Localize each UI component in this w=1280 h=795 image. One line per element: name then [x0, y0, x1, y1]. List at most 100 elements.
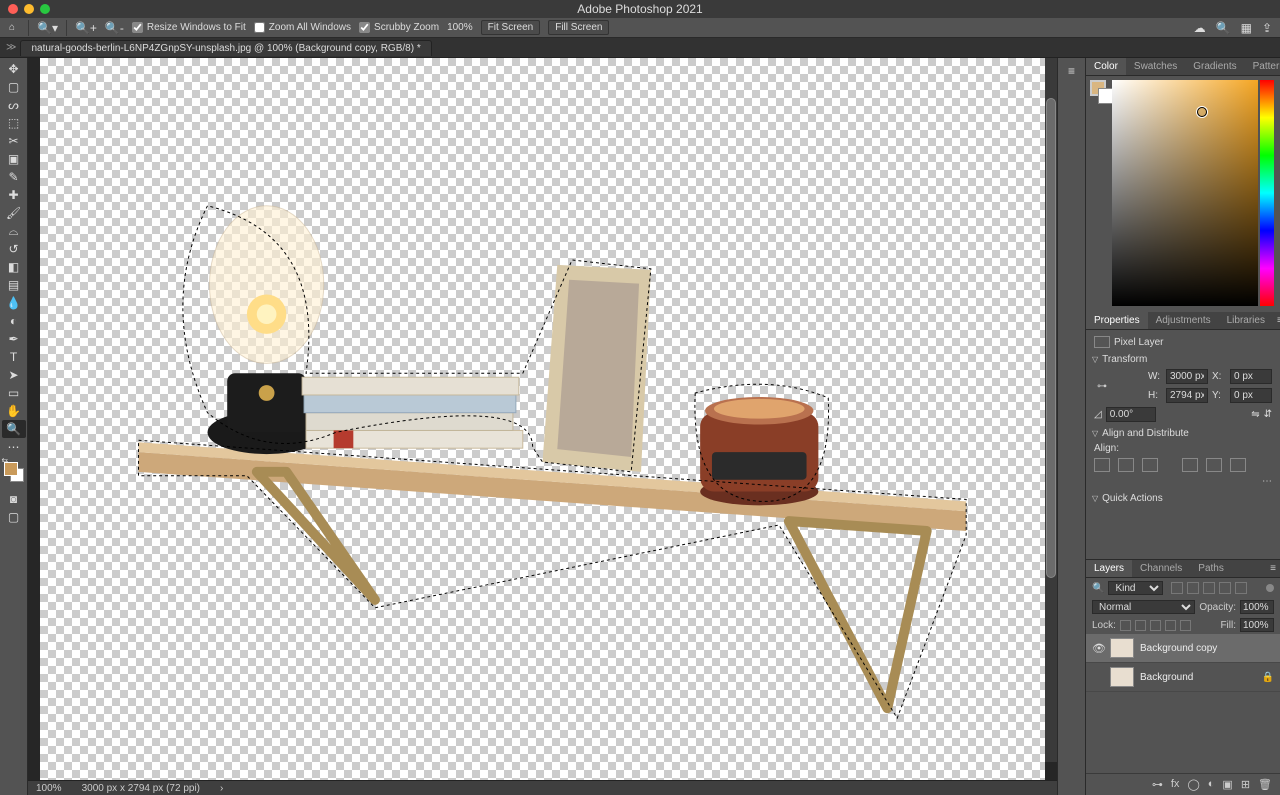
move-tool-icon[interactable]: ✥ [2, 60, 26, 78]
layer-thumbnail[interactable] [1110, 667, 1134, 687]
edit-toolbar-icon[interactable]: ⋯ [2, 438, 26, 456]
zoom-out-icon[interactable]: 🔍- [105, 21, 124, 35]
quickmask-icon[interactable]: ◙ [2, 490, 26, 508]
tab-adjustments[interactable]: Adjustments [1148, 312, 1219, 329]
eraser-tool-icon[interactable]: ◧ [2, 258, 26, 276]
foreground-color-swatch[interactable] [4, 462, 18, 476]
marquee-tool-icon[interactable]: ▢ [2, 78, 26, 96]
layer-name[interactable]: Background [1140, 672, 1193, 683]
layer-fx-icon[interactable]: fx [1171, 778, 1180, 791]
document-tab[interactable]: natural-goods-berlin-L6NP4ZGnpSY-unsplas… [20, 40, 431, 56]
fill-field[interactable] [1240, 618, 1274, 632]
zoom-all-checkbox[interactable]: Zoom All Windows [254, 22, 351, 33]
scrubby-zoom-checkbox[interactable]: Scrubby Zoom [359, 22, 439, 33]
tab-libraries[interactable]: Libraries [1219, 312, 1273, 329]
zoom-tool-icon[interactable]: 🔍 [2, 420, 26, 438]
lasso-tool-icon[interactable]: ᔕ [2, 96, 26, 114]
align-top-icon[interactable] [1182, 458, 1198, 472]
status-zoom[interactable]: 100% [36, 783, 62, 794]
filter-adjust-icon[interactable] [1187, 582, 1199, 594]
link-dimensions-icon[interactable]: ⊶ [1094, 372, 1110, 400]
align-more-icon[interactable]: ⋯ [1094, 476, 1272, 487]
y-field[interactable] [1230, 388, 1272, 403]
layer-mask-icon[interactable]: ◯ [1187, 778, 1199, 791]
cloud-status-icon[interactable]: ☁ [1194, 21, 1206, 35]
workspace-switcher-icon[interactable]: ▦ [1241, 21, 1252, 35]
object-select-tool-icon[interactable]: ⬚ [2, 114, 26, 132]
lock-artboard-icon[interactable] [1165, 620, 1176, 631]
window-close-icon[interactable] [8, 4, 18, 14]
history-panel-icon[interactable]: ≡ [1060, 62, 1084, 80]
blur-tool-icon[interactable]: 💧 [2, 294, 26, 312]
delete-layer-icon[interactable]: 🗑 [1258, 778, 1272, 791]
gradient-tool-icon[interactable]: ▤ [2, 276, 26, 294]
layers-panel-menu-icon[interactable]: ≡ [1266, 563, 1280, 574]
lock-all-icon[interactable] [1180, 620, 1191, 631]
pen-tool-icon[interactable]: ✒ [2, 330, 26, 348]
crop-tool-icon[interactable]: ✂ [2, 132, 26, 150]
screenmode-icon[interactable]: ▢ [2, 508, 26, 526]
brush-tool-icon[interactable]: 🖌 [2, 204, 26, 222]
align-vcenter-icon[interactable] [1206, 458, 1222, 472]
lock-position-icon[interactable] [1150, 620, 1161, 631]
tab-properties[interactable]: Properties [1086, 312, 1148, 329]
flip-vertical-icon[interactable]: ⇵ [1264, 409, 1272, 420]
transform-header[interactable]: Transform [1102, 354, 1147, 365]
link-layers-icon[interactable]: ⊶ [1152, 778, 1163, 791]
clone-stamp-tool-icon[interactable]: ⌓ [2, 222, 26, 240]
zoom-level[interactable]: 100% [447, 22, 473, 33]
zoom-tool-preset-icon[interactable]: 🔍▾ [37, 21, 58, 35]
properties-panel-menu-icon[interactable]: ≡ [1273, 315, 1280, 326]
quick-actions-header[interactable]: Quick Actions [1102, 493, 1163, 504]
align-right-icon[interactable] [1142, 458, 1158, 472]
status-dimensions[interactable]: 3000 px x 2794 px (72 ppi) [82, 783, 200, 794]
align-bottom-icon[interactable] [1230, 458, 1246, 472]
resize-windows-checkbox[interactable]: Resize Windows to Fit [132, 22, 246, 33]
fit-screen-button[interactable]: Fit Screen [481, 20, 541, 35]
color-panel-swatches[interactable] [1090, 80, 1110, 306]
lock-pixels-icon[interactable] [1135, 620, 1146, 631]
new-layer-icon[interactable]: ⊞ [1241, 778, 1250, 791]
hue-slider[interactable] [1260, 80, 1274, 306]
path-select-tool-icon[interactable]: ➤ [2, 366, 26, 384]
adjustment-layer-icon[interactable]: ◐ [1208, 778, 1215, 791]
frame-tool-icon[interactable]: ▣ [2, 150, 26, 168]
status-caret-icon[interactable]: › [220, 783, 223, 794]
opacity-field[interactable] [1240, 600, 1274, 614]
align-header[interactable]: Align and Distribute [1102, 428, 1189, 439]
blend-mode-select[interactable]: Normal [1092, 600, 1195, 614]
shape-tool-icon[interactable]: ▭ [2, 384, 26, 402]
layer-name[interactable]: Background copy [1140, 643, 1217, 654]
width-field[interactable] [1166, 369, 1208, 384]
tab-paths[interactable]: Paths [1190, 560, 1232, 577]
filter-pixel-icon[interactable] [1171, 582, 1183, 594]
tab-layers[interactable]: Layers [1086, 560, 1132, 577]
layer-filter-kind[interactable]: Kind [1108, 581, 1163, 595]
tab-patterns[interactable]: Patterns [1245, 58, 1280, 75]
layer-row[interactable]: 👁 Background copy [1086, 634, 1280, 663]
filter-toggle-icon[interactable] [1266, 584, 1274, 592]
history-brush-tool-icon[interactable]: ↺ [2, 240, 26, 258]
hand-tool-icon[interactable]: ✋ [2, 402, 26, 420]
search-icon[interactable]: 🔍 [1216, 21, 1231, 35]
align-left-icon[interactable] [1094, 458, 1110, 472]
window-maximize-icon[interactable] [40, 4, 50, 14]
home-icon[interactable]: ⌂ [4, 20, 20, 36]
type-tool-icon[interactable]: T [2, 348, 26, 366]
lock-transparent-icon[interactable] [1120, 620, 1131, 631]
angle-field[interactable] [1106, 407, 1156, 422]
dodge-tool-icon[interactable]: ◐ [2, 312, 26, 330]
filter-shape-icon[interactable] [1219, 582, 1231, 594]
color-swatch-control[interactable]: ⇆ [4, 462, 24, 482]
fill-screen-button[interactable]: Fill Screen [548, 20, 609, 35]
layer-thumbnail[interactable] [1110, 638, 1134, 658]
layer-row[interactable]: Background🔒 [1086, 663, 1280, 692]
color-picker-ring-icon[interactable] [1197, 107, 1207, 117]
height-field[interactable] [1166, 388, 1208, 403]
eyedropper-tool-icon[interactable]: ✎ [2, 168, 26, 186]
vertical-scrollbar[interactable] [1045, 58, 1057, 762]
window-minimize-icon[interactable] [24, 4, 34, 14]
visibility-toggle-icon[interactable]: 👁 [1092, 642, 1104, 655]
tab-channels[interactable]: Channels [1132, 560, 1190, 577]
new-group-icon[interactable]: ▣ [1222, 778, 1232, 791]
